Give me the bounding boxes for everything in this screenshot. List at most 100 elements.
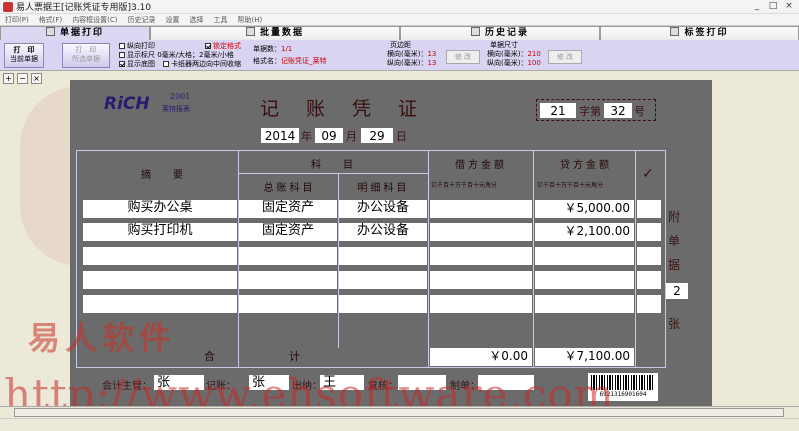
- general-cell[interactable]: 固定资产: [239, 200, 337, 218]
- zi-label: 字第: [579, 105, 601, 118]
- fit-icon[interactable]: ×: [31, 73, 42, 84]
- menu-help[interactable]: 帮助(H): [233, 14, 268, 25]
- date-year[interactable]: 2014: [261, 128, 299, 143]
- margin-title: 页边距: [390, 41, 411, 49]
- status-bar: [0, 418, 799, 431]
- date-day[interactable]: 29: [361, 128, 393, 143]
- header-summary: 摘 要: [141, 170, 189, 181]
- attach-label-top: 附: [668, 210, 681, 224]
- margin-vertical: 纵向(毫米)：13: [387, 59, 437, 67]
- zoom-in-icon[interactable]: +: [3, 73, 14, 84]
- size-vertical: 纵向(毫米)：100: [487, 59, 541, 67]
- credit-cell[interactable]: [535, 271, 634, 289]
- scrollbar-thumb[interactable]: [14, 408, 784, 417]
- menu-tools[interactable]: 工具: [209, 14, 233, 25]
- margin-edit-button[interactable]: 修 改: [446, 50, 480, 64]
- print-current-button[interactable]: 打 印 当前单据: [4, 43, 44, 68]
- print-selected-button[interactable]: 打 印 所选单据: [62, 43, 110, 68]
- attach-label-bottom: 张: [668, 317, 681, 331]
- general-cell[interactable]: [239, 271, 337, 289]
- header-detail: 明细科目: [357, 183, 410, 194]
- total-debit[interactable]: ￥0.00: [430, 348, 532, 366]
- card-shrink-checkbox[interactable]: 卡纸器两边向中间收缩: [163, 60, 241, 68]
- check-cell[interactable]: [637, 295, 661, 313]
- minimize-button[interactable]: _: [749, 1, 765, 12]
- summary-cell[interactable]: 购买办公桌: [83, 200, 237, 218]
- menu-history[interactable]: 历史记录: [123, 14, 161, 25]
- summary-cell[interactable]: [83, 247, 237, 265]
- menu-select[interactable]: 选择: [185, 14, 209, 25]
- print-icon: [45, 27, 55, 36]
- tab-voucher-print[interactable]: 单据打印: [0, 26, 150, 40]
- label-icon: [670, 27, 680, 36]
- close-button[interactable]: ×: [781, 1, 797, 12]
- show-ruler-checkbox[interactable]: 显示标尺 0毫米/大格；2毫米/小格: [119, 51, 234, 59]
- detail-cell[interactable]: [339, 271, 427, 289]
- credit-cell[interactable]: [535, 295, 634, 313]
- tab-batch-data[interactable]: 批量数据: [150, 26, 400, 40]
- attach-count[interactable]: 2: [666, 283, 688, 299]
- detail-cell[interactable]: 办公设备: [339, 223, 427, 241]
- year-label: 年: [301, 130, 312, 143]
- summary-cell[interactable]: [83, 295, 237, 313]
- voucher-hao[interactable]: 32: [604, 103, 632, 118]
- app-icon: [3, 1, 13, 12]
- maximize-button[interactable]: □: [765, 1, 781, 12]
- lock-format-checkbox[interactable]: 锁定格式: [205, 42, 241, 50]
- margin-horizontal: 横向(毫米)：13: [387, 50, 437, 58]
- detail-cell[interactable]: 办公设备: [339, 200, 427, 218]
- debit-cell[interactable]: [430, 295, 532, 313]
- zoom-out-icon[interactable]: −: [17, 73, 28, 84]
- summary-cell[interactable]: [83, 271, 237, 289]
- header-credit: 贷方金额: [560, 160, 612, 171]
- size-title: 单据尺寸: [490, 41, 518, 49]
- grid-line: [533, 150, 534, 368]
- attach-label-mid1: 单: [668, 234, 681, 248]
- horizontal-scrollbar[interactable]: [0, 406, 799, 418]
- tab-history[interactable]: 历史记录: [400, 26, 600, 40]
- voucher-zi[interactable]: 21: [540, 103, 576, 118]
- credit-cell[interactable]: ￥5,000.00: [535, 200, 634, 218]
- toolbar: 打 印 当前单据 打 印 所选单据 纵向打印 显示标尺 0毫米/大格；2毫米/小…: [0, 40, 799, 71]
- show-background-checkbox[interactable]: 显示底图: [119, 60, 155, 68]
- menu-content-box[interactable]: 内容框设置(C): [67, 14, 122, 25]
- general-cell[interactable]: 固定资产: [239, 223, 337, 241]
- tab-label-print[interactable]: 标签打印: [600, 26, 799, 40]
- general-cell[interactable]: [239, 247, 337, 265]
- credit-cell[interactable]: [535, 247, 634, 265]
- total-credit[interactable]: ￥7,100.00: [535, 348, 634, 366]
- credit-cell[interactable]: ￥2,100.00: [535, 223, 634, 241]
- menu-settings[interactable]: 设置: [161, 14, 185, 25]
- grid-line: [635, 150, 636, 368]
- check-cell[interactable]: [637, 247, 661, 265]
- right-margin-area: [712, 80, 799, 406]
- month-label: 月: [346, 130, 357, 143]
- header-debit: 借方金额: [455, 160, 507, 171]
- detail-cell[interactable]: [339, 247, 427, 265]
- detail-cell[interactable]: [339, 295, 427, 313]
- check-cell[interactable]: [637, 223, 661, 241]
- check-mark-icon: ✓: [642, 166, 654, 182]
- debit-cell[interactable]: [430, 271, 532, 289]
- debit-digit-header: 亿千百十万千百十元角分: [431, 182, 498, 189]
- check-cell[interactable]: [637, 200, 661, 218]
- logo-year: 2001: [170, 92, 191, 101]
- vertical-print-checkbox[interactable]: 纵向打印: [119, 42, 155, 50]
- history-icon: [470, 27, 480, 36]
- day-label: 日: [396, 130, 407, 143]
- date-month[interactable]: 09: [315, 128, 343, 143]
- format-name: 格式名：记账凭证_莱特: [253, 57, 327, 65]
- debit-cell[interactable]: [430, 247, 532, 265]
- check-cell[interactable]: [637, 271, 661, 289]
- size-edit-button[interactable]: 修 改: [548, 50, 582, 64]
- grid-line: [238, 173, 428, 174]
- menu-format[interactable]: 格式(F): [34, 14, 68, 25]
- menu-print[interactable]: 打印(P): [0, 14, 34, 25]
- grid-line: [428, 150, 429, 368]
- menu-bar: 打印(P) 格式(F) 内容框设置(C) 历史记录 设置 选择 工具 帮助(H): [0, 14, 799, 26]
- debit-cell[interactable]: [430, 223, 532, 241]
- hao-label: 号: [634, 105, 645, 118]
- debit-cell[interactable]: [430, 200, 532, 218]
- summary-cell[interactable]: 购买打印机: [83, 223, 237, 241]
- general-cell[interactable]: [239, 295, 337, 313]
